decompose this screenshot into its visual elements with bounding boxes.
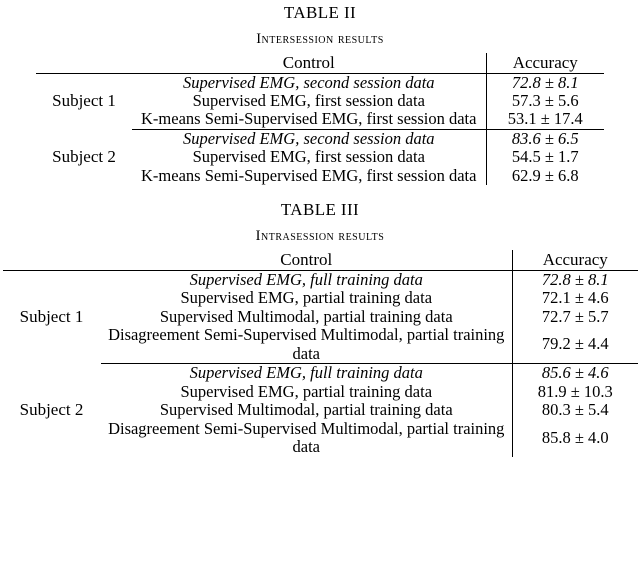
- table-row: Subject 1 Supervised EMG, second session…: [36, 72, 604, 110]
- table-3-header-row: Control Accuracy: [2, 249, 638, 271]
- table-2-header-subject: [36, 52, 132, 74]
- table-3-subject-1: Subject 1: [19, 307, 84, 327]
- table-3-accuracy-cell: 85.8 ± 4.0: [512, 419, 638, 457]
- table-3-header-accuracy: Accuracy: [512, 249, 638, 271]
- table-2-title: TABLE II: [283, 3, 357, 22]
- table-3-control-cell: Supervised Multimodal, partial training …: [159, 400, 453, 420]
- table-2: Control Accuracy Subject 1 Supervised EM…: [36, 52, 604, 186]
- table-3-control-cell: Disagreement Semi-Supervised Multimodal,…: [108, 418, 505, 457]
- table-3-control-cell: Supervised EMG, partial training data: [180, 381, 433, 401]
- table-2-control-cell: K-means Semi-Supervised EMG, first sessi…: [141, 165, 477, 185]
- table-3: Control Accuracy Subject 1 Supervised EM…: [2, 249, 638, 457]
- table-3-control-cell: Supervised EMG, full training data: [189, 269, 423, 289]
- table-2-accuracy-cell: 57.3 ± 5.6: [485, 91, 604, 111]
- table-3-accuracy-cell: 80.3 ± 5.4: [512, 400, 638, 420]
- table-row: Subject 2 Supervised EMG, full training …: [3, 363, 638, 419]
- table-2-header-row: Control Accuracy: [36, 52, 604, 74]
- table-gap-spacer: [0, 185, 640, 197]
- table-2-accuracy-cell: 83.6 ± 6.5: [485, 129, 604, 149]
- table-2-accuracy-cell: 53.1 ± 17.4: [485, 110, 604, 130]
- table-2-header-control: Control: [132, 52, 486, 74]
- table-row: Subject 2 Supervised EMG, second session…: [36, 128, 604, 166]
- table-3-subtitle: Intrasession results: [255, 228, 385, 245]
- table-3-accuracy-cell: 72.7 ± 5.7: [512, 307, 638, 327]
- table-3-accuracy-cell: 81.9 ± 10.3: [512, 382, 638, 402]
- table-2-control-cell: Supervised EMG, first session data: [192, 147, 425, 167]
- table-3-accuracy-cell: 72.1 ± 4.6: [512, 288, 638, 308]
- table-3-accuracy-cell: 79.2 ± 4.4: [512, 326, 638, 365]
- table-3-control-cell: Supervised Multimodal, partial training …: [159, 306, 453, 326]
- table-2-control-cell: Supervised EMG, first session data: [192, 90, 425, 110]
- table-2-accuracy-cell: 54.5 ± 1.7: [485, 147, 604, 167]
- table-block-2: TABLE II Intersession results Control Ac…: [0, 0, 640, 186]
- table-2-subject-2: Subject 2: [52, 147, 116, 167]
- table-3-accuracy-cell: 85.6 ± 4.6: [512, 363, 638, 383]
- table-2-control-cell: Supervised EMG, second session data: [182, 72, 435, 92]
- table-2-accuracy-cell: 62.9 ± 6.8: [485, 166, 604, 186]
- document-page: TABLE II Intersession results Control Ac…: [0, 0, 640, 570]
- table-3-title: TABLE III: [280, 200, 360, 220]
- table-2-control-cell: Supervised EMG, second session data: [182, 128, 435, 148]
- table-3-accuracy-cell: 72.8 ± 8.1: [512, 270, 638, 290]
- table-3-control-cell: Disagreement Semi-Supervised Multimodal,…: [100, 325, 513, 365]
- table-2-header-accuracy: Accuracy: [485, 52, 604, 74]
- table-2-subtitle: Intersession results: [256, 31, 384, 47]
- table-2-control-cell: K-means Semi-Supervised EMG, first sessi…: [132, 110, 486, 130]
- table-3-header-control: Control: [100, 249, 513, 271]
- table-2-subject-1: Subject 1: [52, 91, 116, 111]
- table-3-control-cell: Supervised EMG, full training data: [189, 363, 423, 383]
- table-3-control-cell: Supervised EMG, partial training data: [180, 288, 433, 308]
- table-3-header-subject: [2, 249, 101, 271]
- table-row: Subject 1 Supervised EMG, full training …: [3, 269, 638, 326]
- table-block-3: TABLE III Intrasession results Control A…: [0, 197, 640, 457]
- table-2-accuracy-cell: 72.8 ± 8.1: [485, 73, 604, 92]
- table-3-subject-2: Subject 2: [19, 400, 84, 420]
